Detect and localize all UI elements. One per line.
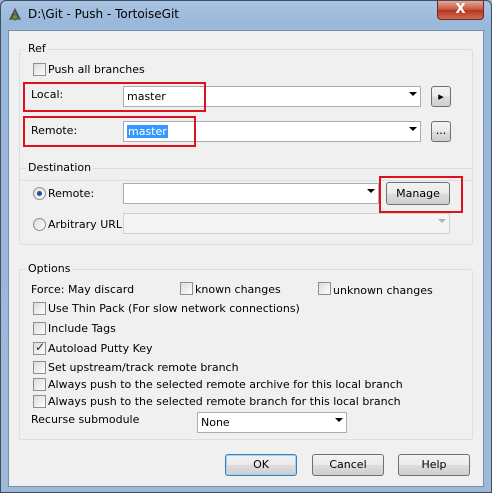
arbitrary-url-combo[interactable]: [123, 213, 450, 234]
title-bar[interactable]: D:\Git - Push - TortoiseGit X: [1, 1, 491, 29]
remote-branch-browse-button[interactable]: ...: [431, 121, 451, 142]
manage-button-label: Manage: [396, 187, 440, 200]
destination-remote-radio[interactable]: [33, 187, 46, 200]
remote-branch-label: Remote:: [31, 124, 78, 137]
remote-branch-value: master: [127, 125, 168, 138]
chevron-down-icon: [409, 127, 417, 131]
tortoisegit-icon: [9, 7, 21, 21]
ok-button[interactable]: OK: [225, 454, 297, 476]
include-tags-label: Include Tags: [48, 322, 116, 335]
thin-pack-label: Use Thin Pack (For slow network connecti…: [48, 302, 300, 315]
local-branch-combo[interactable]: master: [123, 86, 421, 107]
chevron-down-icon: [367, 189, 375, 193]
remote-branch-browse-label: ...: [435, 124, 447, 137]
known-changes-label: known changes: [195, 283, 281, 296]
local-branch-browse-button[interactable]: ▸: [431, 86, 451, 107]
options-group-label: Options: [26, 262, 73, 275]
close-button[interactable]: X: [437, 1, 484, 20]
recurse-submodule-value: None: [201, 416, 230, 429]
chevron-down-icon: [409, 92, 417, 96]
local-branch-value: master: [127, 90, 166, 103]
autoload-putty-label: Autoload Putty Key: [48, 342, 153, 355]
arbitrary-url-label: Arbitrary URL:: [48, 218, 126, 231]
set-upstream-checkbox[interactable]: [33, 361, 46, 374]
destination-remote-label: Remote:: [48, 187, 95, 200]
push-remote-archive-checkbox[interactable]: [33, 378, 46, 391]
autoload-putty-checkbox[interactable]: [33, 340, 46, 355]
ok-button-label: OK: [253, 458, 269, 471]
push-all-branches-checkbox[interactable]: [33, 63, 46, 76]
set-upstream-label: Set upstream/track remote branch: [48, 361, 239, 374]
recurse-submodule-label: Recurse submodule: [31, 413, 140, 426]
push-remote-branch-checkbox[interactable]: [33, 395, 46, 408]
destination-group-label: Destination: [26, 161, 94, 174]
chevron-down-icon: [335, 418, 343, 422]
manage-button[interactable]: Manage: [386, 182, 450, 205]
include-tags-checkbox[interactable]: [33, 322, 46, 335]
force-label: Force: May discard: [31, 283, 135, 296]
remote-branch-combo[interactable]: master: [123, 121, 421, 142]
known-changes-checkbox[interactable]: [180, 282, 193, 295]
unknown-changes-label: unknown changes: [333, 284, 433, 297]
arbitrary-url-radio[interactable]: [33, 218, 46, 231]
cancel-button-label: Cancel: [329, 458, 367, 471]
cancel-button[interactable]: Cancel: [312, 454, 384, 476]
push-remote-branch-label: Always push to the selected remote branc…: [48, 395, 401, 408]
dialog-body: Ref Push all branches Local: master ▸ Re…: [8, 30, 484, 487]
help-button[interactable]: Help: [398, 454, 470, 476]
chevron-down-icon: [438, 219, 446, 223]
arrow-right-icon: ▸: [438, 90, 444, 103]
ref-group-label: Ref: [26, 42, 48, 55]
destination-remote-combo[interactable]: [123, 183, 379, 204]
local-label: Local:: [31, 88, 64, 101]
push-all-branches-label: Push all branches: [48, 63, 145, 76]
close-icon: X: [455, 2, 466, 17]
push-dialog-window: D:\Git - Push - TortoiseGit X Ref Push a…: [0, 0, 492, 493]
unknown-changes-checkbox[interactable]: [318, 282, 331, 295]
recurse-submodule-combo[interactable]: None: [197, 412, 347, 433]
window-title: D:\Git - Push - TortoiseGit: [28, 7, 179, 21]
help-button-label: Help: [421, 458, 447, 471]
push-remote-archive-label: Always push to the selected remote archi…: [48, 378, 403, 391]
thin-pack-checkbox[interactable]: [33, 302, 46, 315]
